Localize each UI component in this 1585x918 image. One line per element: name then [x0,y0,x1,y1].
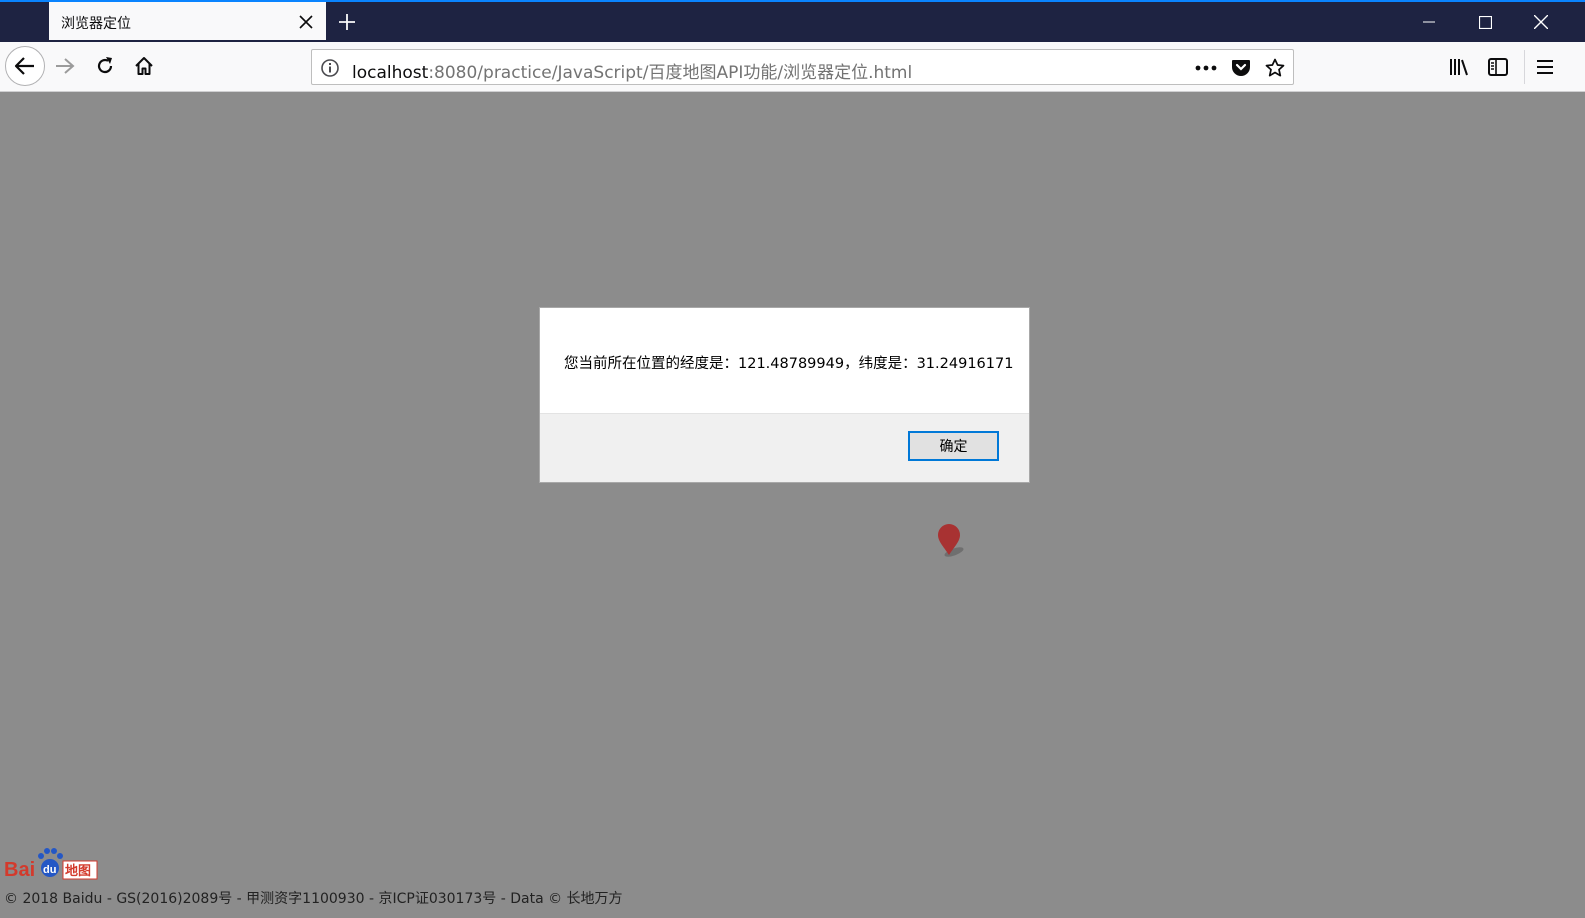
menu-icon[interactable] [1532,54,1558,80]
location-marker-icon[interactable] [935,524,967,558]
bookmark-star-icon[interactable] [1263,56,1287,80]
baidu-logo-icon[interactable]: Bai du 地图 [3,846,99,882]
reload-button[interactable] [87,48,123,84]
new-tab-button[interactable] [333,8,361,36]
back-button[interactable] [5,46,45,86]
alert-dialog: 您当前所在位置的经度是：121.48789949，纬度是：31.24916171… [539,307,1030,483]
dialog-message: 您当前所在位置的经度是：121.48789949，纬度是：31.24916171 [564,356,1014,372]
close-window-button[interactable] [1513,2,1569,42]
ok-button[interactable]: 确定 [908,431,999,461]
svg-text:地图: 地图 [65,863,91,879]
toolbar-separator [1524,50,1525,84]
svg-text:Bai: Bai [4,859,35,881]
tab-close-icon[interactable] [294,10,318,34]
maximize-button[interactable] [1457,2,1513,42]
home-button[interactable] [126,48,162,84]
forward-button[interactable] [47,48,83,84]
tab-title: 浏览器定位 [61,16,131,32]
dialog-footer: 确定 [540,413,1029,482]
pocket-icon[interactable] [1229,56,1253,80]
sidebar-icon[interactable] [1485,54,1511,80]
navigation-toolbar: localhost:8080/practice/JavaScript/百度地图A… [0,42,1585,92]
map-area[interactable]: Bai du 地图 © 2018 Baidu - GS(2016)2089号 -… [0,92,1585,918]
tab-active[interactable]: 浏览器定位 [49,0,326,40]
title-bar: 浏览器定位 [0,0,1585,42]
svg-text:du: du [43,864,56,876]
url-text[interactable]: localhost:8080/practice/JavaScript/百度地图A… [352,58,912,83]
page-actions-icon[interactable] [1194,56,1218,80]
url-host: localhost [352,63,429,83]
site-info-icon[interactable] [320,58,340,78]
url-bar[interactable]: localhost:8080/practice/JavaScript/百度地图A… [311,49,1294,85]
url-path: :8080/practice/JavaScript/百度地图API功能/浏览器定… [428,63,913,83]
minimize-button[interactable] [1401,2,1457,42]
library-icon[interactable] [1446,54,1472,80]
map-copyright: © 2018 Baidu - GS(2016)2089号 - 甲测资字11009… [4,891,623,907]
